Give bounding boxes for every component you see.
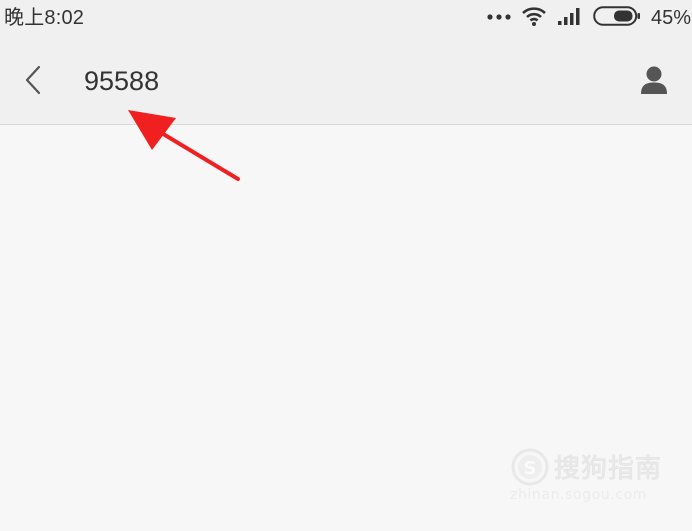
- contact-details-button[interactable]: [636, 62, 672, 102]
- status-bar: 晚上8:02 45%: [0, 0, 692, 38]
- status-time: 晚上8:02: [4, 7, 85, 29]
- person-icon: [640, 65, 668, 100]
- back-button[interactable]: [16, 62, 50, 102]
- battery-percent: 45%: [650, 7, 691, 29]
- status-icons: 45%: [487, 4, 692, 32]
- more-dots-icon: [487, 9, 511, 27]
- wifi-icon: [521, 5, 547, 32]
- signal-icon: [557, 6, 583, 31]
- watermark-url: zhinan.sogou.com: [510, 487, 648, 503]
- conversation-title: 95588: [84, 66, 160, 96]
- svg-text:S: S: [524, 458, 537, 479]
- chevron-left-icon: [23, 64, 43, 101]
- watermark-brand: 搜狗指南: [553, 454, 663, 485]
- sogou-logo-icon: S: [510, 447, 550, 487]
- watermark: S 搜狗指南 zhinan.sogou.com: [510, 447, 670, 509]
- battery-icon: [593, 5, 641, 31]
- conversation-header: 95588: [0, 38, 692, 125]
